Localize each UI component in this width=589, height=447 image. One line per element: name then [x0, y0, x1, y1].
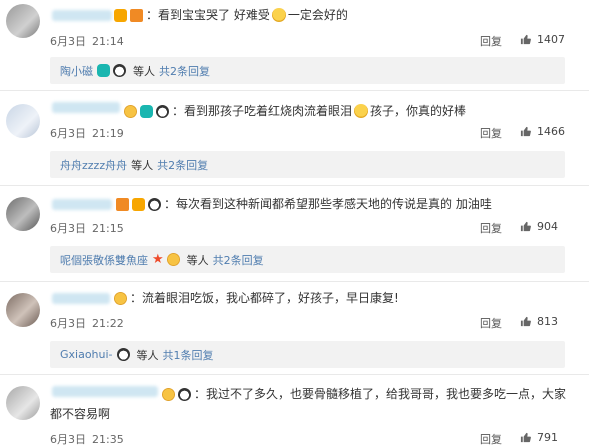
like-count: 1466 — [537, 125, 565, 138]
comment-line: ：看到宝宝哭了 好难受 一定会好的 — [114, 7, 348, 23]
thumbs-up-icon — [520, 126, 531, 137]
like-count: 904 — [537, 220, 558, 233]
like-button[interactable]: 1407 — [520, 33, 565, 46]
sub-reply-count[interactable]: 共2条回复 — [159, 63, 210, 79]
reply-button[interactable]: 回复 — [480, 431, 502, 447]
camera-badge-icon — [140, 104, 153, 118]
vip-badge-icon — [132, 197, 145, 211]
avatar[interactable] — [6, 104, 40, 138]
avatar[interactable] — [6, 4, 40, 38]
comment-date: 6月3日 21:22 — [50, 315, 124, 331]
username-blurred[interactable] — [52, 102, 120, 113]
thumbs-up-icon — [520, 34, 531, 45]
sub-reply-count[interactable]: 共1条回复 — [163, 347, 214, 363]
time-label: 21:14 — [92, 35, 124, 48]
comment-date: 6月3日 21:35 — [50, 431, 124, 447]
sub-reply-mid: 等人 — [131, 158, 154, 172]
thumbs-up-icon — [520, 221, 531, 232]
sub-replies[interactable]: 呢個張敬係雙魚座 ★ 等人 共2条回复 — [50, 246, 565, 273]
comment-date: 6月3日 21:19 — [50, 125, 124, 141]
time-label: 21:22 — [92, 317, 124, 330]
divider — [0, 185, 589, 186]
username-blurred[interactable] — [52, 10, 112, 21]
comment-text: ：流着眼泪吃饭，我心都碎了，好孩子，早日康复! — [130, 291, 399, 305]
sub-reply-count[interactable]: 共2条回复 — [157, 157, 208, 173]
comment-text-tail: 一定会好的 — [287, 8, 348, 22]
comment-line: ：看到那孩子吃着红烧肉流着眼泪 孩子，你真的好棒 — [124, 103, 466, 119]
like-button[interactable]: 813 — [520, 315, 558, 328]
like-count: 1407 — [537, 33, 565, 46]
sub-reply-count[interactable]: 共2条回复 — [213, 252, 264, 268]
smile-emoji-icon — [354, 104, 369, 118]
sub-replies[interactable]: 陶小磁 等人 共2条回复 — [50, 57, 565, 84]
avatar[interactable] — [6, 293, 40, 327]
reply-button[interactable]: 回复 — [480, 220, 502, 236]
thumbs-up-icon — [520, 316, 531, 327]
date-label: 6月3日 — [50, 317, 86, 330]
crying-emoji-icon — [271, 8, 286, 22]
sub-reply-user[interactable]: 呢個張敬係雙魚座 — [60, 252, 148, 268]
reply-button[interactable]: 回复 — [480, 33, 502, 49]
comment-date: 6月3日 21:15 — [50, 220, 124, 236]
rank-badge-icon — [116, 197, 129, 211]
sunglasses-emoji-icon — [114, 291, 127, 305]
comment-date: 6月3日 21:14 — [50, 33, 124, 49]
sub-reply-mid: 等人 — [133, 64, 155, 78]
like-button[interactable]: 791 — [520, 431, 558, 444]
comment-text: ：每次看到这种新闻都希望那些孝感天地的传说是真的 加油哇 — [164, 197, 492, 211]
reply-button[interactable]: 回复 — [480, 315, 502, 331]
comment-text-line2: 都不容易啊 — [50, 407, 111, 421]
panda-icon — [156, 104, 169, 118]
panda-icon — [148, 197, 161, 211]
vip-badge-icon — [114, 8, 127, 22]
reply-button[interactable]: 回复 — [480, 125, 502, 141]
sub-reply-user[interactable]: 陶小磁 — [60, 63, 93, 79]
ring-icon — [113, 64, 126, 77]
comment-text: ：我过不了多久，也要骨髓移植了，给我哥哥，我也要多吃一点，大家 — [194, 387, 567, 401]
camera-badge-icon — [97, 64, 110, 77]
avatar-badge-icon — [124, 104, 137, 118]
comment-text-tail: 孩子，你真的好棒 — [370, 104, 467, 118]
comment-line: ：每次看到这种新闻都希望那些孝感天地的传说是真的 加油哇 — [116, 196, 492, 212]
time-label: 21:35 — [92, 433, 124, 446]
date-label: 6月3日 — [50, 127, 86, 140]
panda-icon — [178, 387, 191, 401]
comment-text: ：看到宝宝哭了 好难受 — [146, 8, 270, 22]
star-icon: ★ — [152, 252, 164, 267]
time-label: 21:19 — [92, 127, 124, 140]
comment-line: ：我过不了多久，也要骨髓移植了，给我哥哥，我也要多吃一点，大家 — [162, 386, 566, 402]
sub-replies[interactable]: 舟舟zzzz舟舟 等人 共2条回复 — [50, 151, 565, 178]
sub-reply-user[interactable]: 舟舟zzzz舟舟 — [60, 157, 127, 173]
date-label: 6月3日 — [50, 433, 86, 446]
avatar[interactable] — [6, 197, 40, 231]
thumbs-emoji-icon — [162, 387, 175, 401]
date-label: 6月3日 — [50, 35, 86, 48]
sub-reply-mid: 等人 — [186, 253, 209, 267]
thumbs-up-icon — [520, 432, 531, 443]
username-blurred[interactable] — [52, 386, 158, 397]
like-button[interactable]: 1466 — [520, 125, 565, 138]
date-label: 6月3日 — [50, 222, 86, 235]
divider — [0, 90, 589, 91]
comment-line-2: 都不容易啊 — [50, 406, 110, 422]
comment-line: ：流着眼泪吃饭，我心都碎了，好孩子，早日康复! — [114, 290, 399, 306]
sub-reply-user[interactable]: Gxiaohui- — [60, 348, 113, 361]
like-count: 791 — [537, 431, 558, 444]
panda-icon — [116, 348, 130, 361]
divider — [0, 281, 589, 282]
like-button[interactable]: 904 — [520, 220, 558, 233]
username-blurred[interactable] — [52, 199, 112, 210]
divider — [0, 374, 589, 375]
sub-reply-mid: 等人 — [136, 348, 159, 362]
rank-badge-icon — [130, 8, 143, 22]
username-blurred[interactable] — [52, 293, 110, 304]
comment-text: ：看到那孩子吃着红烧肉流着眼泪 — [172, 104, 353, 118]
sub-replies[interactable]: Gxiaohui- 等人 共1条回复 — [50, 341, 565, 368]
time-label: 21:15 — [92, 222, 124, 235]
avatar[interactable] — [6, 386, 40, 420]
emoji-badge-icon — [166, 253, 180, 266]
like-count: 813 — [537, 315, 558, 328]
